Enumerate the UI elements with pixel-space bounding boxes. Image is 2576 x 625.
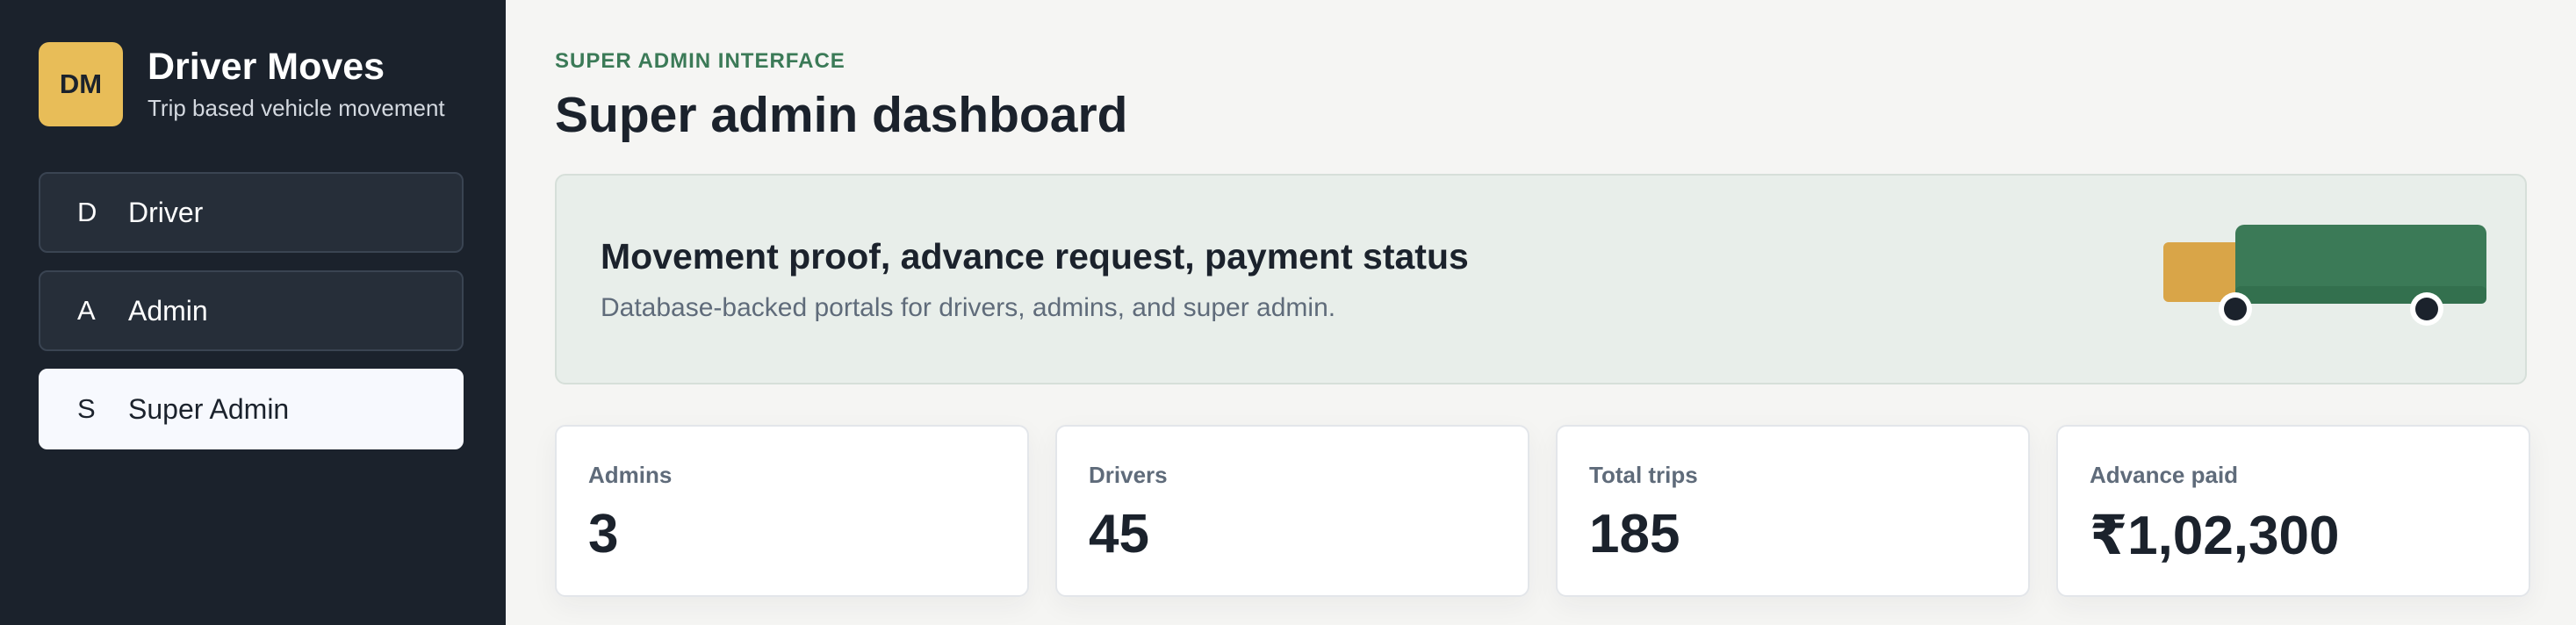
stat-card-advance-paid: Advance paid ₹1,02,300: [2056, 425, 2530, 597]
sidebar-item-label: Super Admin: [128, 392, 290, 425]
stats-row: Admins 3 Drivers 45 Total trips 185 Adva…: [555, 425, 2530, 597]
stat-label: Drivers: [1089, 462, 1168, 488]
stat-value: ₹1,02,300: [2090, 506, 2340, 566]
stat-label: Advance paid: [2090, 462, 2239, 488]
sidebar-nav: D Driver A Admin S Super Admin: [39, 172, 467, 449]
truck-icon: [2163, 225, 2486, 326]
sidebar-item-admin[interactable]: A Admin: [39, 270, 464, 351]
sidebar-item-driver[interactable]: D Driver: [39, 172, 464, 253]
hero-subtitle: Database-backed portals for drivers, adm…: [601, 292, 1336, 322]
sidebar: DM Driver Moves Trip based vehicle movem…: [0, 0, 506, 625]
brand: DM Driver Moves Trip based vehicle movem…: [39, 42, 467, 126]
brand-logo: DM: [39, 42, 123, 126]
stat-value: 185: [1589, 504, 1680, 564]
brand-title: Driver Moves: [148, 45, 385, 88]
stat-card-admins: Admins 3: [555, 425, 1029, 597]
main-content: SUPER ADMIN INTERFACE Super admin dashbo…: [506, 0, 2576, 625]
brand-text: Driver Moves Trip based vehicle movement: [148, 45, 445, 122]
hero-banner: Movement proof, advance request, payment…: [555, 174, 2527, 384]
stat-card-drivers: Drivers 45: [1055, 425, 1529, 597]
page-title: Super admin dashboard: [555, 87, 1128, 143]
nav-letter-badge: S: [77, 393, 96, 424]
stat-value: 3: [588, 504, 619, 564]
nav-letter-badge: A: [77, 295, 96, 326]
sidebar-item-label: Admin: [128, 294, 208, 327]
brand-subtitle: Trip based vehicle movement: [148, 95, 445, 122]
stat-value: 45: [1089, 504, 1149, 564]
app-root: DM Driver Moves Trip based vehicle movem…: [0, 0, 2576, 625]
nav-letter-badge: D: [77, 197, 97, 227]
hero-title: Movement proof, advance request, payment…: [601, 235, 1469, 277]
stat-label: Total trips: [1589, 462, 1698, 488]
stat-card-total-trips: Total trips 185: [1556, 425, 2030, 597]
sidebar-item-super-admin[interactable]: S Super Admin: [39, 369, 464, 449]
hero-text: Movement proof, advance request, payment…: [601, 236, 1469, 323]
page-eyebrow: SUPER ADMIN INTERFACE: [555, 49, 845, 73]
sidebar-item-label: Driver: [128, 196, 204, 228]
stat-label: Admins: [588, 462, 673, 488]
